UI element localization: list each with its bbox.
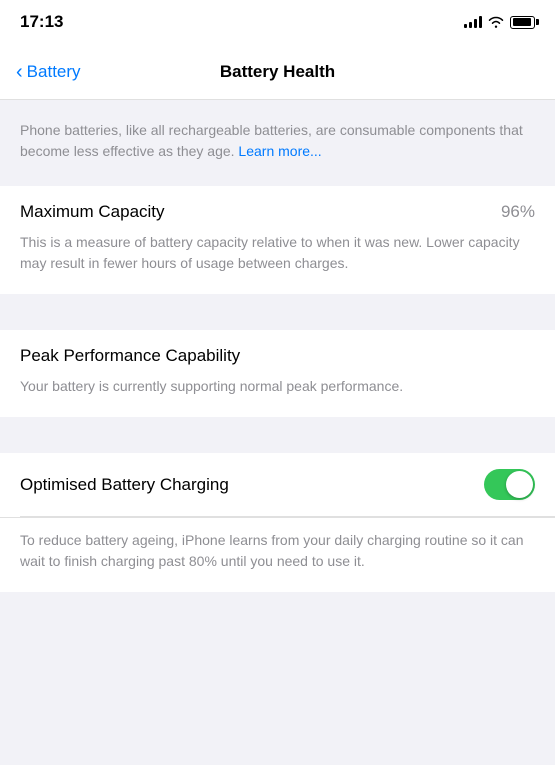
section-divider-1 bbox=[0, 294, 555, 330]
nav-bar: ‹ Battery Battery Health bbox=[0, 44, 555, 100]
battery-icon bbox=[510, 16, 535, 29]
peak-performance-description: Your battery is currently supporting nor… bbox=[20, 376, 535, 397]
maximum-capacity-body: This is a measure of battery capacity re… bbox=[0, 222, 555, 294]
maximum-capacity-description: This is a measure of battery capacity re… bbox=[20, 232, 535, 274]
content: Phone batteries, like all rechargeable b… bbox=[0, 100, 555, 592]
back-label: Battery bbox=[27, 62, 81, 82]
info-text: Phone batteries, like all rechargeable b… bbox=[20, 120, 535, 162]
page-title: Battery Health bbox=[220, 62, 335, 82]
section-divider-2 bbox=[0, 417, 555, 453]
optimised-charging-toggle[interactable] bbox=[484, 469, 535, 500]
optimised-charging-row: Optimised Battery Charging bbox=[0, 453, 555, 516]
info-section: Phone batteries, like all rechargeable b… bbox=[0, 100, 555, 186]
peak-performance-card: Peak Performance Capability Your battery… bbox=[0, 330, 555, 417]
maximum-capacity-value: 96% bbox=[501, 202, 535, 222]
maximum-capacity-label: Maximum Capacity bbox=[20, 202, 165, 222]
peak-performance-label: Peak Performance Capability bbox=[20, 346, 240, 365]
optimised-charging-label: Optimised Battery Charging bbox=[20, 475, 229, 495]
status-icons bbox=[464, 16, 535, 29]
back-button[interactable]: ‹ Battery bbox=[16, 62, 81, 82]
optimised-charging-description: To reduce battery ageing, iPhone learns … bbox=[20, 518, 535, 572]
learn-more-link[interactable]: Learn more... bbox=[238, 143, 321, 159]
optimised-charging-body: To reduce battery ageing, iPhone learns … bbox=[0, 517, 555, 592]
peak-performance-body: Your battery is currently supporting nor… bbox=[0, 366, 555, 417]
chevron-left-icon: ‹ bbox=[16, 62, 23, 82]
status-bar: 17:13 bbox=[0, 0, 555, 44]
wifi-icon bbox=[488, 16, 504, 28]
status-time: 17:13 bbox=[20, 12, 63, 32]
peak-performance-header: Peak Performance Capability bbox=[0, 330, 555, 366]
maximum-capacity-header: Maximum Capacity 96% bbox=[0, 186, 555, 222]
optimised-charging-card: Optimised Battery Charging To reduce bat… bbox=[0, 453, 555, 592]
signal-icon bbox=[464, 16, 482, 28]
maximum-capacity-card: Maximum Capacity 96% This is a measure o… bbox=[0, 186, 555, 294]
